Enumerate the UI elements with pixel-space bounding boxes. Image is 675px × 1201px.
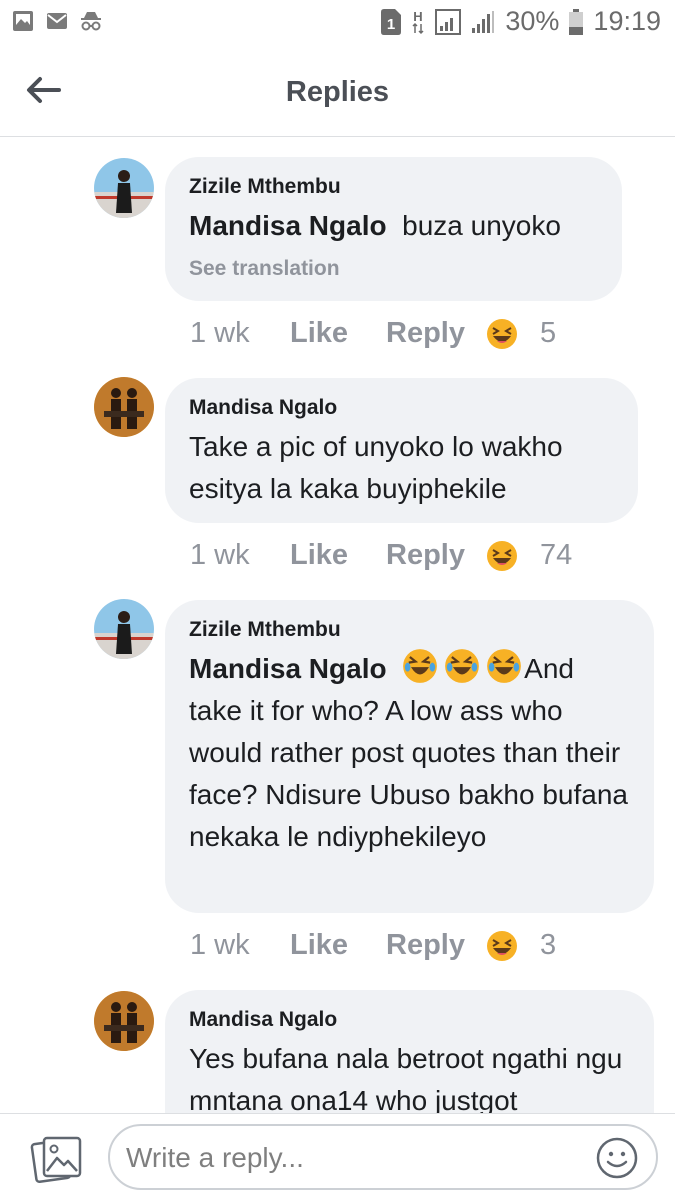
profile-photo-icon — [94, 599, 154, 659]
network-type-icon: H — [412, 9, 424, 34]
comment-author[interactable]: Mandisa Ngalo — [189, 1008, 630, 1032]
smiley-icon — [596, 1137, 638, 1179]
rolling-laughing-emoji-icon — [403, 649, 438, 683]
timestamp: 1 wk — [190, 929, 250, 961]
profile-photo-icon — [94, 377, 154, 437]
replies-thread[interactable]: Zizile Mthembu Mandisa Ngalo buza unyoko… — [0, 137, 675, 1113]
add-photo-button[interactable] — [30, 1134, 84, 1184]
svg-text:H: H — [414, 9, 423, 24]
comment-author[interactable]: Zizile Mthembu — [189, 175, 598, 199]
page-title: Replies — [285, 76, 390, 108]
laughing-reaction-icon[interactable] — [486, 540, 518, 572]
comment-actions: 1 wk Like Reply 74 — [190, 539, 572, 572]
reply-composer — [0, 1113, 675, 1201]
comment-bubble[interactable]: Mandisa Ngalo Yes bufana nala betroot ng… — [165, 990, 654, 1113]
comment-bubble[interactable]: Zizile Mthembu Mandisa Ngalo And take it… — [165, 600, 654, 913]
app-header: Replies — [0, 46, 675, 137]
photo-icon — [30, 1136, 82, 1184]
reply-field[interactable] — [108, 1124, 658, 1190]
comment-author[interactable]: Mandisa Ngalo — [189, 396, 614, 420]
reply-button[interactable]: Reply — [386, 317, 486, 350]
timestamp: 1 wk — [190, 539, 250, 571]
reaction-count[interactable]: 5 — [540, 317, 556, 350]
laughing-reaction-icon[interactable] — [486, 318, 518, 350]
incognito-notification-icon — [81, 12, 101, 31]
mention-link[interactable]: Mandisa Ngalo — [189, 653, 387, 684]
mention-link[interactable]: Mandisa Ngalo — [189, 210, 387, 241]
emoji-button[interactable] — [596, 1137, 638, 1179]
avatar[interactable] — [94, 158, 154, 218]
profile-photo-icon — [94, 158, 154, 218]
comment-body: buza unyoko — [402, 210, 561, 241]
reply-button[interactable]: Reply — [386, 929, 486, 962]
comment-bubble[interactable]: Mandisa Ngalo Take a pic of unyoko lo wa… — [165, 378, 638, 523]
comment-bubble[interactable]: Zizile Mthembu Mandisa Ngalo buza unyoko… — [165, 157, 622, 301]
signal-sim1-icon — [435, 8, 462, 35]
comment-actions: 1 wk Like Reply 5 — [190, 317, 556, 350]
comment-text: Mandisa Ngalo buza unyoko — [189, 205, 598, 247]
see-translation-link[interactable]: See translation — [189, 257, 598, 281]
profile-photo-icon — [94, 991, 154, 1051]
gallery-notification-icon — [13, 11, 33, 31]
mail-notification-icon — [47, 13, 67, 29]
avatar[interactable] — [94, 991, 154, 1051]
battery-percent: 30% — [505, 6, 560, 36]
like-button[interactable]: Like — [290, 317, 386, 350]
reaction-count[interactable]: 3 — [540, 929, 556, 962]
svg-text:1: 1 — [387, 16, 395, 33]
battery-icon — [569, 8, 584, 35]
comment-actions: 1 wk Like Reply 3 — [190, 929, 556, 962]
timestamp: 1 wk — [190, 317, 250, 349]
like-button[interactable]: Like — [290, 929, 386, 962]
signal-strength-icon — [472, 10, 495, 33]
like-button[interactable]: Like — [290, 539, 386, 572]
reply-button[interactable]: Reply — [386, 539, 486, 572]
laughing-reaction-icon[interactable] — [486, 930, 518, 962]
status-bar: 1 H 30% 19:19 — [0, 0, 675, 46]
rolling-laughing-emoji-icon — [445, 649, 480, 683]
comment-text: Mandisa Ngalo And take it for who? A low… — [189, 648, 630, 858]
comment-body: Yes bufana nala betroot ngathi ngu mntan… — [189, 1043, 623, 1113]
avatar[interactable] — [94, 377, 154, 437]
sim-card-icon: 1 — [381, 8, 402, 35]
reply-input[interactable] — [124, 1126, 588, 1190]
clock: 19:19 — [593, 6, 661, 36]
comment-author[interactable]: Zizile Mthembu — [189, 618, 630, 642]
avatar[interactable] — [94, 599, 154, 659]
comment-body: Take a pic of unyoko lo wakho esitya la … — [189, 431, 563, 504]
reaction-count[interactable]: 74 — [540, 539, 572, 572]
rolling-laughing-emoji-icon — [487, 649, 522, 683]
